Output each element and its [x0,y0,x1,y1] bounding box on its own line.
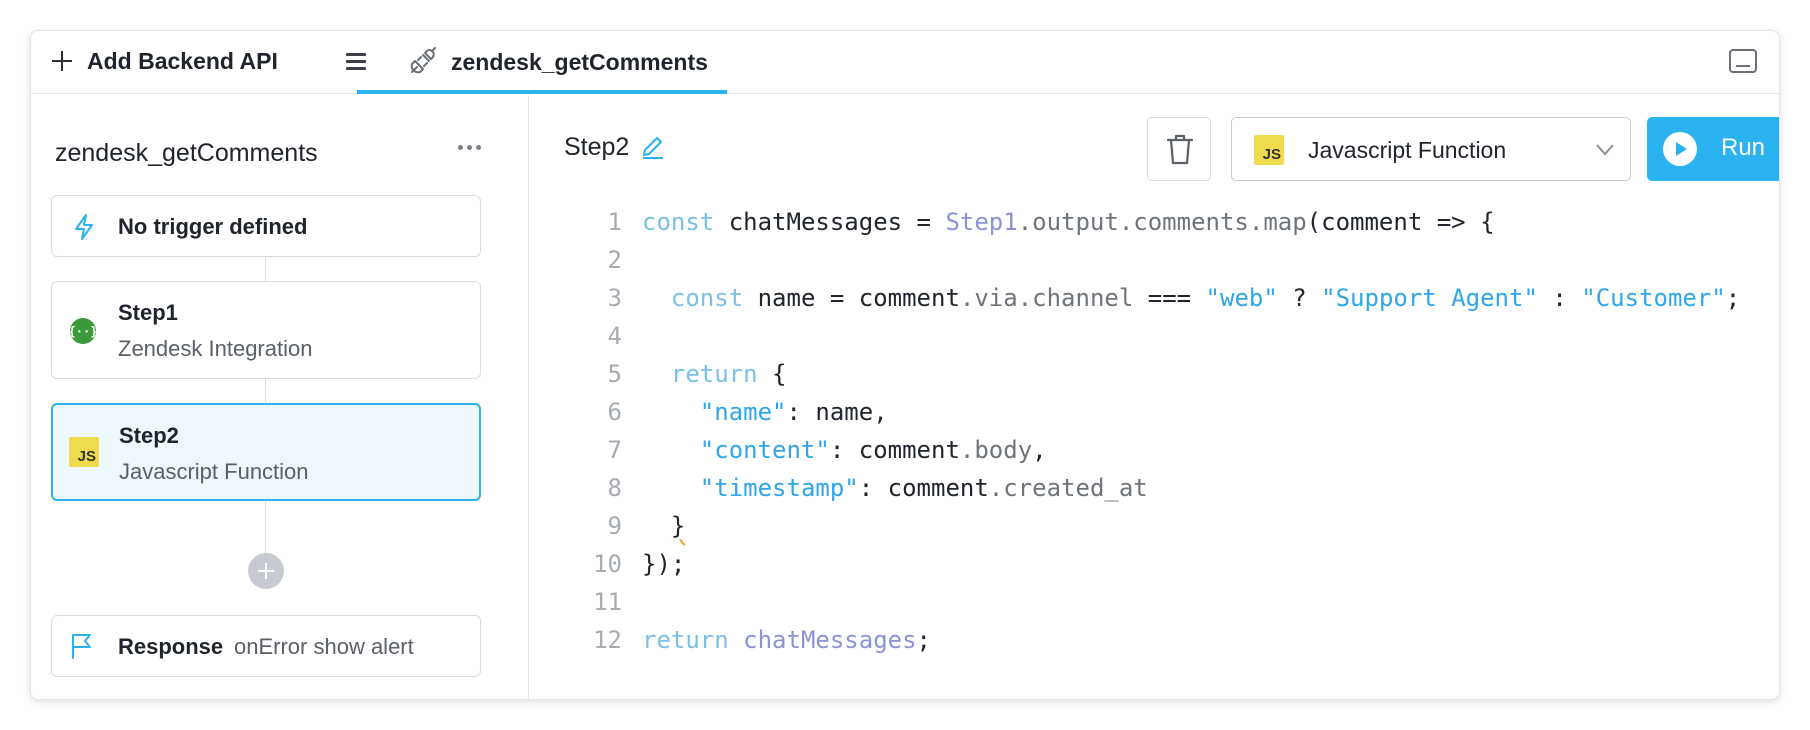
plus-icon [51,50,73,72]
code-line: 7 "content": comment.body, [607,436,1047,464]
integration-icon: {··} [69,318,97,344]
code-line: 6 "name": name, [607,398,888,426]
add-step-button[interactable] [248,553,284,589]
js-icon: JS [69,437,99,467]
code-line: 3 const name = comment.via.channel === "… [607,284,1741,312]
step1-type: Zendesk Integration [118,336,313,361]
plug-icon [410,47,436,74]
step2-card[interactable]: JS Step2 Javascript Function [51,403,481,501]
add-backend-api-label: Add Backend API [87,47,278,74]
code-editor[interactable]: 1 const chatMessages = Step1.output.comme… [580,203,1770,659]
code-line: 4 [607,322,622,350]
code-line: 10}); [593,550,686,578]
connector [265,379,266,403]
js-icon: JS [1254,135,1284,165]
add-backend-api-button[interactable]: Add Backend API [51,31,278,91]
more-icon[interactable] [458,145,481,150]
code-line: 12 return chatMessages; [593,626,931,654]
top-bar: Add Backend API zendesk_getComments [31,31,1779,94]
trigger-card[interactable]: No trigger defined [51,195,481,257]
delete-step-button[interactable] [1147,117,1211,181]
step-title: Step2 [564,133,630,161]
run-label: Run [1721,134,1766,161]
code-line: 11 [593,588,622,616]
response-card[interactable]: Response onError show alert [51,615,481,677]
run-button[interactable]: Run [1647,117,1779,181]
tab-zendesk-getcomments[interactable]: zendesk_getComments [357,31,727,94]
code-line: 9 } [607,512,686,540]
lightning-icon [75,214,93,240]
step2-name: Step2 [119,423,179,448]
workflow-sidebar: zendesk_getComments No trigger defined {… [31,95,529,699]
pencil-icon[interactable] [640,133,666,159]
step1-card[interactable]: {··} Step1 Zendesk Integration [51,281,481,379]
step2-type: Javascript Function [119,459,309,484]
chevron-down-icon [1596,144,1614,156]
response-error-behavior: onError show alert [234,634,414,659]
code-line: 2 [607,246,622,274]
play-icon [1663,132,1697,166]
code-line: 8 "timestamp": comment.created_at [607,474,1148,502]
flag-icon [72,634,91,659]
step1-name: Step1 [118,300,178,325]
step-editor: Step2 JS Javascript Function Run 1 const… [530,95,1779,699]
workflow-title: zendesk_getComments [55,139,318,167]
tab-label: zendesk_getComments [451,49,708,75]
backend-api-panel: Add Backend API zendesk_getComments zend… [30,30,1780,700]
trigger-label: No trigger defined [118,214,308,239]
step-type-select[interactable]: JS Javascript Function [1231,117,1631,181]
connector [265,257,266,281]
svg-text:{··}: {··} [69,325,97,339]
code-line: 5 return { [607,360,787,388]
code-line: 1 const chatMessages = Step1.output.comme… [607,208,1495,236]
trash-icon [1166,134,1194,165]
response-label: Response [118,634,224,659]
step-type-label: Javascript Function [1308,137,1507,163]
panel-toggle-icon[interactable] [1729,49,1757,73]
connector [265,501,266,553]
